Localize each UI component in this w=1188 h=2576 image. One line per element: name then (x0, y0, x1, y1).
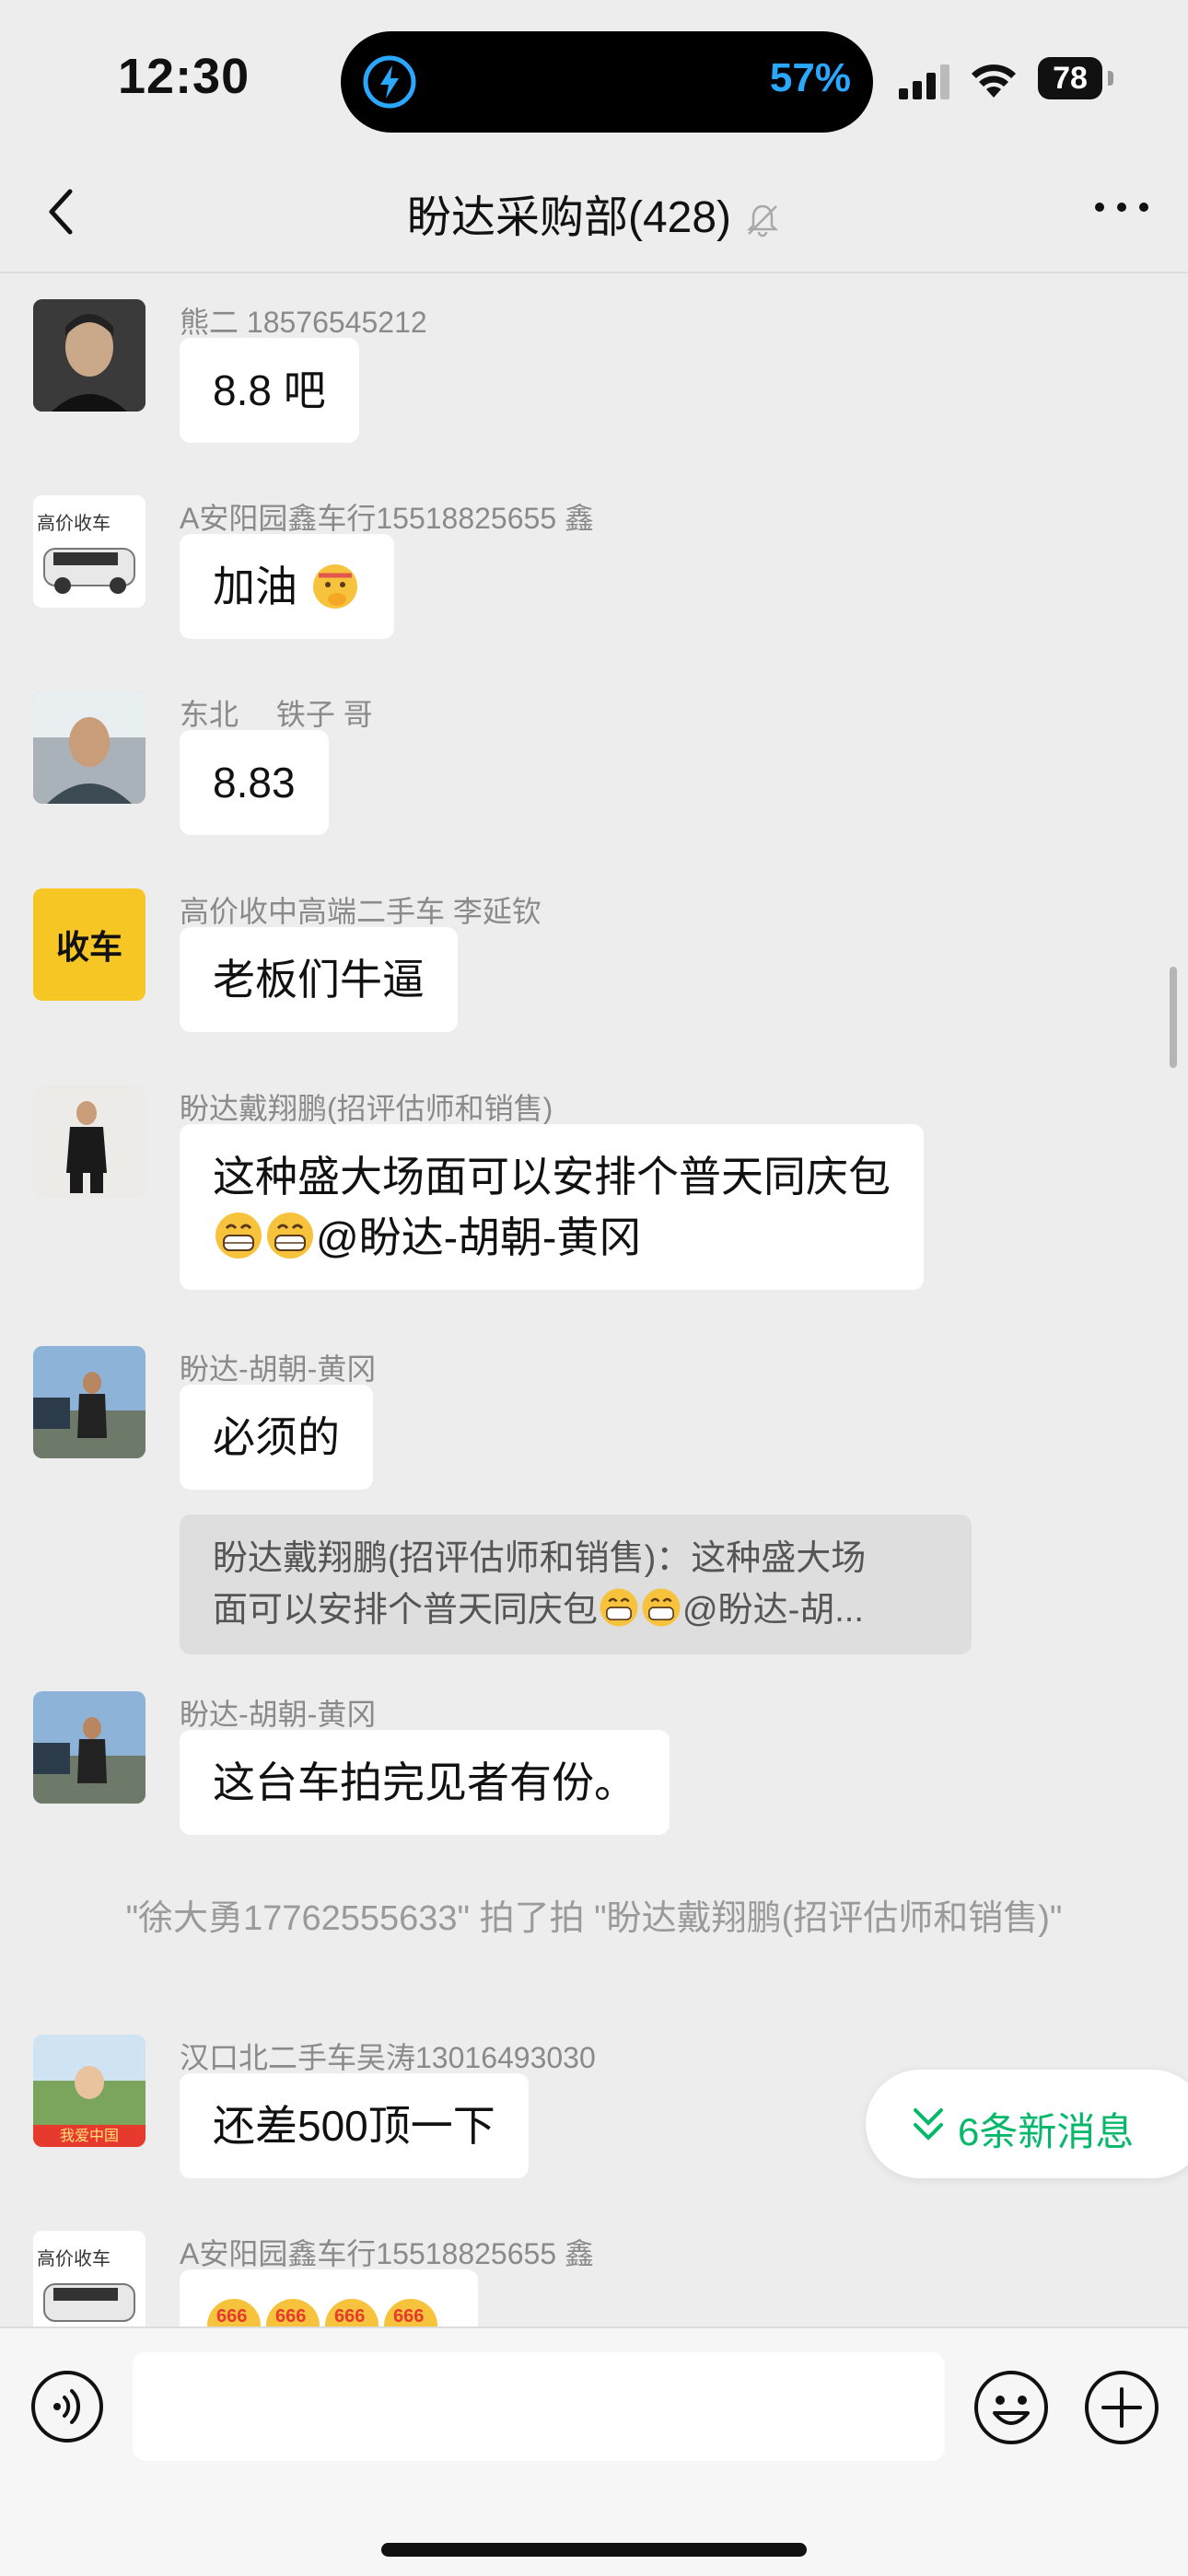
chat-title: 盼达采购部(428) (406, 193, 732, 242)
sender-name: 盼达-胡朝-黄冈 (180, 1352, 377, 1386)
battery-percent: 57% (769, 55, 851, 100)
sender-name: 汉口北二手车吴涛13016493030 (180, 2041, 596, 2074)
message-input[interactable] (133, 2352, 945, 2461)
sender-name: A安阳园鑫车行15518825655 鑫 (180, 2237, 595, 2270)
message-bubble[interactable]: 666 666 666 666 (180, 2269, 478, 2327)
message-bubble[interactable]: 必须的 (180, 1385, 373, 1490)
sticker-text: 666 (216, 2306, 248, 2327)
sender-name: 盼达-胡朝-黄冈 (180, 1698, 377, 1731)
sticker-text: 666 (334, 2306, 366, 2327)
avatar[interactable] (33, 691, 146, 804)
input-toolbar (0, 2327, 1188, 2576)
home-indicator[interactable] (381, 2543, 807, 2557)
sticker-text: 666 (393, 2306, 425, 2327)
avatar[interactable] (33, 1346, 146, 1458)
voice-input-button[interactable] (29, 2369, 105, 2444)
message-bubble[interactable]: 8.8 吧 (180, 338, 359, 443)
sender-name: 高价收中高端二手车 李延钦 (180, 895, 542, 928)
message-bubble[interactable]: 加油 (180, 534, 394, 639)
chat-title-wrap: 盼达采购部(428) (0, 180, 1188, 245)
message-bubble[interactable]: 还差500顶一下 (180, 2073, 529, 2178)
avatar[interactable]: 收车 (33, 888, 146, 1001)
wifi-icon (972, 64, 1016, 98)
sender-name: 盼达戴翔鹏(招评估师和销售) (180, 1092, 553, 1125)
sticker-666-icon: 666 (266, 2299, 320, 2327)
mute-bell-icon (747, 205, 779, 238)
avatar[interactable]: 高价收车 (33, 495, 146, 608)
avatar[interactable] (33, 1085, 146, 1198)
more-options-button[interactable] (1092, 193, 1151, 221)
dynamic-island: 57% (341, 31, 873, 133)
quote-text: @盼达-胡... (682, 1591, 864, 1630)
avatar[interactable] (33, 299, 146, 412)
chat-header: 盼达采购部(428) (0, 157, 1188, 273)
message-text: 这种盛大场面可以安排个普天同庆包 (213, 1153, 891, 1201)
avatar-text: 收车 (55, 928, 122, 966)
scroll-indicator[interactable] (1170, 967, 1177, 1068)
quoted-message[interactable]: 盼达戴翔鹏(招评估师和销售)：这种盛大场 面可以安排个普天同庆包 @盼达-胡... (180, 1514, 972, 1654)
sender-name: 熊二 18576545212 (180, 306, 427, 339)
avatar-caption: 高价收车 (37, 514, 111, 534)
avatar[interactable]: 高价收车 (33, 2231, 146, 2327)
grinning-emoji-icon (215, 1213, 262, 1259)
sticker-666-icon: 666 (384, 2299, 437, 2327)
system-nudge-notice: "徐大勇17762555633" 拍了拍 "盼达戴翔鹏(招评估师和销售)" (125, 1899, 1063, 1938)
new-messages-button[interactable]: 6条新消息 (866, 2070, 1188, 2178)
sender-name: A安阳园鑫车行15518825655 鑫 (180, 502, 595, 535)
grinning-emoji-icon (600, 1588, 638, 1627)
quote-text: 盼达戴翔鹏(招评估师和销售)：这种盛大场 (213, 1539, 867, 1578)
message-bubble[interactable]: 这台车拍完见者有份。 (180, 1730, 670, 1835)
battery-level: 78 (1038, 57, 1102, 99)
chat-message-list[interactable]: 熊二 18576545212 8.8 吧 高价收车 A安阳园鑫车行1551882… (0, 273, 1188, 2327)
mention-text: @盼达-胡朝-黄冈 (316, 1213, 642, 1261)
thinking-emoji-icon (312, 564, 357, 609)
sender-name: 东北 铁子 哥 (180, 698, 373, 731)
status-time: 12:30 (118, 49, 250, 104)
message-bubble[interactable]: 这种盛大场面可以安排个普天同庆包 @盼达-胡朝-黄冈 (180, 1124, 924, 1290)
message-bubble[interactable]: 8.83 (180, 730, 329, 835)
message-text: 加油 (213, 563, 297, 610)
grinning-emoji-icon (267, 1213, 313, 1259)
avatar[interactable] (33, 1691, 146, 1804)
double-chevron-down-icon (914, 2108, 943, 2141)
grinning-emoji-icon (642, 1588, 681, 1627)
add-attachment-button[interactable] (1083, 2369, 1160, 2446)
message-bubble[interactable]: 老板们牛逼 (180, 927, 458, 1032)
sticker-666-icon: 666 (207, 2299, 261, 2327)
sticker-text: 666 (275, 2306, 307, 2327)
new-messages-label: 6条新消息 (958, 2110, 1135, 2153)
status-bar: 12:30 57% 78 (0, 0, 1188, 157)
charging-icon (362, 54, 417, 110)
sticker-666-icon: 666 (325, 2299, 379, 2327)
cellular-signal-icon (899, 64, 949, 99)
avatar-caption: 高价收车 (37, 2249, 111, 2269)
avatar[interactable]: 我爱中国 (33, 2035, 146, 2147)
quote-text: 面可以安排个普天同庆包 (213, 1591, 599, 1630)
battery-icon: 78 (1038, 57, 1115, 99)
avatar-text: 我爱中国 (59, 2129, 119, 2144)
emoji-button[interactable] (973, 2369, 1050, 2446)
